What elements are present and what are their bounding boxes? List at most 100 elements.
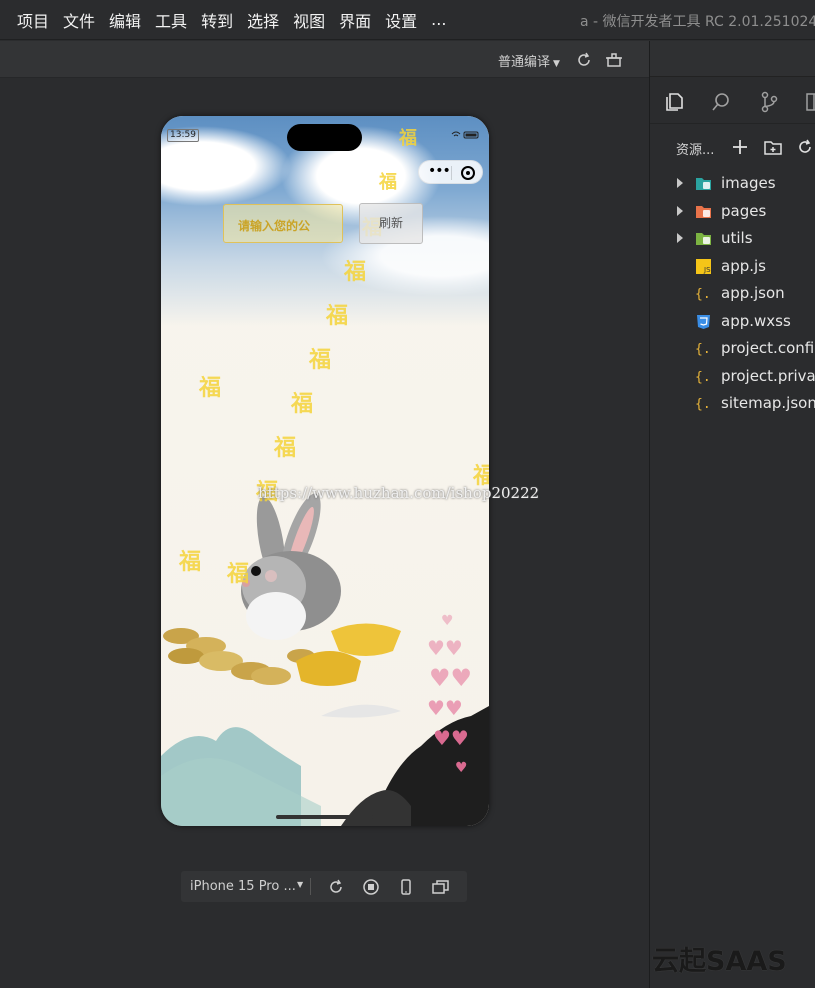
name-input[interactable]: 请输入您的公 xyxy=(223,204,343,243)
file-tree-item[interactable]: {..} project.privat xyxy=(650,363,815,391)
js-file-icon: JS xyxy=(696,258,711,274)
menu-item[interactable]: 界面 xyxy=(332,8,378,32)
capsule-divider xyxy=(451,166,452,180)
json-file-icon: {..} xyxy=(695,397,712,412)
menu-item[interactable]: 视图 xyxy=(286,8,332,32)
heart-icon: ♥♥ xyxy=(433,726,469,750)
folder-icon xyxy=(696,178,711,190)
heart-icon: ♥ xyxy=(441,613,454,629)
menu-item[interactable]: 转到 xyxy=(194,8,240,32)
chevron-right-icon[interactable] xyxy=(677,205,683,216)
device-divider xyxy=(310,878,311,895)
heart-icon: ♥♥ xyxy=(427,696,463,720)
heart-icon: ♥♥ xyxy=(427,636,463,660)
file-tree-item[interactable]: {..} app.json xyxy=(650,280,815,308)
json-file-icon: {..} xyxy=(695,342,712,357)
compile-mode-select[interactable]: 普通编译 ▼ xyxy=(498,51,560,70)
svg-text:{..}: {..} xyxy=(695,370,712,385)
source-control-icon[interactable] xyxy=(758,91,780,113)
file-tree-item[interactable]: pages xyxy=(650,198,815,226)
search-icon[interactable] xyxy=(710,91,732,113)
window-title: a - 微信开发者工具 RC 2.01.251024 xyxy=(580,14,815,30)
menu-item[interactable]: 项目 xyxy=(10,8,56,32)
folder-icon xyxy=(696,205,711,218)
file-name: app.json xyxy=(721,284,785,302)
json-file-icon: {..} xyxy=(695,370,712,385)
file-name: utils xyxy=(721,229,753,247)
status-icons xyxy=(451,131,479,139)
fu-character: 福 xyxy=(199,375,222,401)
explorer-header: 资源... xyxy=(650,134,815,160)
extensions-icon[interactable] xyxy=(804,91,815,113)
menu-item[interactable]: ... xyxy=(424,10,453,29)
svg-text:{..}: {..} xyxy=(695,287,712,302)
more-icon[interactable]: ••• xyxy=(428,163,451,179)
chevron-right-icon[interactable] xyxy=(677,233,683,243)
multi-window-icon[interactable] xyxy=(431,877,451,897)
fu-character: 福 xyxy=(344,259,367,285)
file-tree-item[interactable]: app.wxss xyxy=(650,308,815,336)
brand-watermark: 云起SAAS xyxy=(652,946,787,977)
files-icon[interactable] xyxy=(663,91,685,113)
folder-icon xyxy=(696,233,711,245)
heart-icon: ♥ xyxy=(455,760,468,776)
fu-character: 福 xyxy=(326,303,349,329)
explorer-title: 资源... xyxy=(676,143,715,158)
menu-item[interactable]: 工具 xyxy=(148,8,194,32)
record-icon[interactable] xyxy=(361,877,381,897)
new-folder-icon[interactable] xyxy=(763,137,783,157)
menu-bar: 项目 文件 编辑 工具 转到 选择 视图 界面 设置... a - 微信开发者工具 RC 2.0… xyxy=(0,0,815,40)
menu-item[interactable]: 选择 xyxy=(240,8,286,32)
refresh-icon[interactable] xyxy=(574,50,594,70)
refresh-button[interactable]: 刷新 xyxy=(359,203,423,244)
menu-item[interactable]: 文件 xyxy=(56,8,102,32)
phone-icon[interactable] xyxy=(396,877,416,897)
phone-simulator[interactable]: 福 福 福 福 福 福 福 福 福 福 福 福 福 ♥ ♥♥ ♥♥ ♥♥ ♥♥ … xyxy=(161,116,489,826)
file-tree-item[interactable]: {..} project.config xyxy=(650,335,815,363)
close-target-icon[interactable] xyxy=(461,166,475,180)
fu-character: 福 xyxy=(291,391,314,417)
file-tree-item[interactable]: images xyxy=(650,170,815,198)
chevron-down-icon: ▼ xyxy=(553,59,560,69)
fu-character: 福 xyxy=(379,172,397,193)
mini-program-capsule[interactable]: ••• xyxy=(418,160,483,184)
file-name: project.config xyxy=(721,339,815,357)
simulator-toolbar: 普通编译 ▼ xyxy=(0,41,650,78)
compile-mode-label: 普通编译 xyxy=(498,55,551,70)
home-indicator xyxy=(276,815,374,819)
clear-cache-icon[interactable] xyxy=(604,50,624,70)
menu-items: 项目 文件 编辑 工具 转到 选择 视图 界面 设置... xyxy=(0,8,453,32)
file-name: project.privat xyxy=(721,366,815,385)
svg-text:{..}: {..} xyxy=(695,342,712,357)
rotate-icon[interactable] xyxy=(326,877,346,897)
css-file-icon xyxy=(697,314,710,329)
activity-bar xyxy=(650,78,815,124)
device-select[interactable]: iPhone 15 Pro ... xyxy=(190,879,296,894)
refresh-explorer-icon[interactable] xyxy=(795,137,815,157)
watermark-text: https://www.huzhan.com/ishop20222 xyxy=(258,484,540,502)
fu-character: 福 xyxy=(274,435,297,461)
chevron-down-icon: ▼ xyxy=(297,880,304,889)
new-file-icon[interactable] xyxy=(730,137,750,157)
file-name: sitemap.json xyxy=(721,394,815,412)
fu-character: 福 xyxy=(309,347,332,373)
dynamic-island xyxy=(287,124,362,151)
heart-icon: ♥♥ xyxy=(429,664,473,692)
menu-item[interactable]: 设置 xyxy=(378,8,424,32)
fu-character: 福 xyxy=(179,549,202,575)
file-tree-item[interactable]: utils xyxy=(650,225,815,253)
svg-text:{..}: {..} xyxy=(695,397,712,412)
menu-item[interactable]: 编辑 xyxy=(102,8,148,32)
file-tree: images pages utils JS app.js {..} app.json app.… xyxy=(650,170,815,418)
svg-text:JS: JS xyxy=(703,266,711,274)
fu-character: 福 xyxy=(227,561,250,587)
file-tree-item[interactable]: {..} sitemap.json xyxy=(650,390,815,418)
file-name: pages xyxy=(721,201,767,220)
file-tree-item[interactable]: JS app.js xyxy=(650,253,815,281)
panel-tab-bar xyxy=(650,41,815,77)
json-file-icon: {..} xyxy=(695,287,712,302)
file-name: app.js xyxy=(721,256,766,275)
file-name: images xyxy=(721,174,776,192)
fu-character: 福 xyxy=(399,128,417,149)
chevron-right-icon[interactable] xyxy=(677,178,683,188)
